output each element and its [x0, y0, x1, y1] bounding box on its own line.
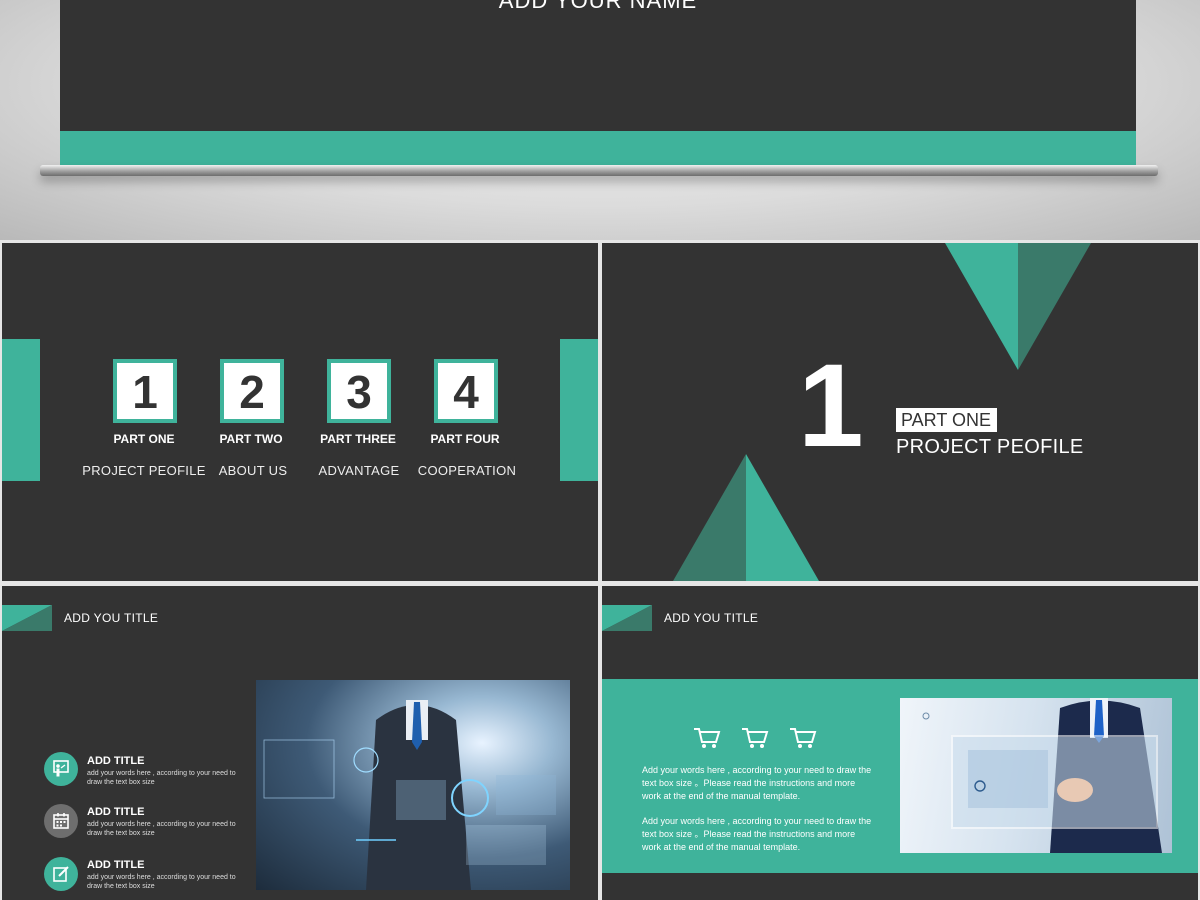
board-shelf	[40, 165, 1158, 176]
body-paragraph-1: Add your words here , according to your …	[642, 765, 872, 801]
cart-icon	[790, 728, 817, 748]
feature-title-1: ADD TITLE	[87, 755, 145, 767]
agenda-label-2: PART TWO	[219, 432, 283, 446]
agenda-label-3: PART THREE	[320, 432, 396, 446]
calendar-icon	[44, 804, 78, 838]
photo-illustration	[922, 698, 1162, 853]
business-touchscreen-photo	[256, 680, 570, 890]
agenda-label-4: PART FOUR	[430, 432, 500, 446]
agenda-number-3: 3	[327, 359, 391, 423]
presenter-icon	[44, 752, 78, 786]
photo-illustration	[263, 700, 556, 890]
feature-title-3: ADD TITLE	[87, 859, 145, 871]
slide-title: ADD YOU TITLE	[64, 611, 159, 625]
slide-title: ADD YOU TITLE	[664, 611, 759, 625]
agenda-number-1: 1	[113, 359, 177, 423]
right-accent-bar	[560, 339, 598, 481]
agenda-number-4: 4	[434, 359, 498, 423]
content-slide-a[interactable]: ADD YOU TITLE ADD TITLE add your words h…	[2, 586, 598, 900]
feature-desc-1: add your words here , according to your …	[87, 770, 236, 786]
agenda-slide[interactable]: 1 PART ONE PROJECT PEOFILE 2 PART TWO AB…	[2, 243, 598, 581]
agenda-number-2: 2	[220, 359, 284, 423]
title-flag-icon	[602, 605, 652, 631]
feature-desc-2: add your words here , according to your …	[87, 821, 236, 837]
agenda-subtitle-4: COOPERATION	[417, 463, 517, 478]
edit-icon	[44, 857, 78, 891]
section-title: PROJECT PEOFILE	[896, 436, 1084, 458]
title-flag-icon	[2, 605, 52, 631]
title-slide-board	[60, 0, 1136, 131]
section-number: 1	[798, 340, 864, 472]
business-touchscreen-photo	[900, 698, 1172, 853]
left-accent-bar	[2, 339, 40, 481]
feature-desc-3: add your words here , according to your …	[87, 874, 236, 890]
content-slide-b[interactable]: ADD YOU TITLE Add your words here , acco…	[602, 586, 1198, 900]
feature-title-2: ADD TITLE	[87, 806, 145, 818]
cart-icon	[742, 728, 769, 748]
body-paragraph-2: Add your words here , according to your …	[642, 816, 872, 852]
section-slide[interactable]: 1 PART ONE PROJECT PEOFILE	[602, 243, 1198, 581]
title-slide-accent-band	[60, 131, 1136, 165]
presenter-name: ADD YOUR NAME	[498, 0, 698, 13]
agenda-label-1: PART ONE	[113, 432, 175, 446]
section-tag: PART ONE	[896, 408, 998, 432]
cart-icon	[694, 728, 721, 748]
